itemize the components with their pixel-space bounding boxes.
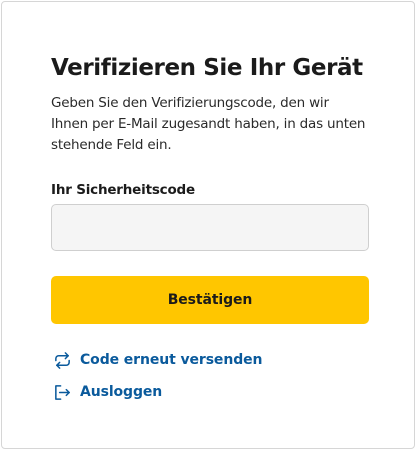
security-code-label: Ihr Sicherheitscode [51, 182, 195, 198]
confirm-button[interactable]: Bestätigen [51, 276, 369, 324]
page-title: Verifizieren Sie Ihr Gerät [51, 55, 363, 81]
resend-code-link[interactable]: Code erneut versenden [53, 349, 262, 371]
repeat-icon [53, 351, 72, 370]
logout-label: Ausloggen [80, 384, 163, 400]
resend-code-label: Code erneut versenden [80, 352, 263, 368]
logout-icon [53, 383, 72, 402]
security-code-input[interactable] [51, 204, 369, 251]
instructions-text: Geben Sie den Verifizierungscode, den wi… [51, 95, 366, 153]
logout-link[interactable]: Ausloggen [53, 381, 162, 403]
verification-card: Verifizieren Sie Ihr Gerät Geben Sie den… [1, 1, 415, 449]
